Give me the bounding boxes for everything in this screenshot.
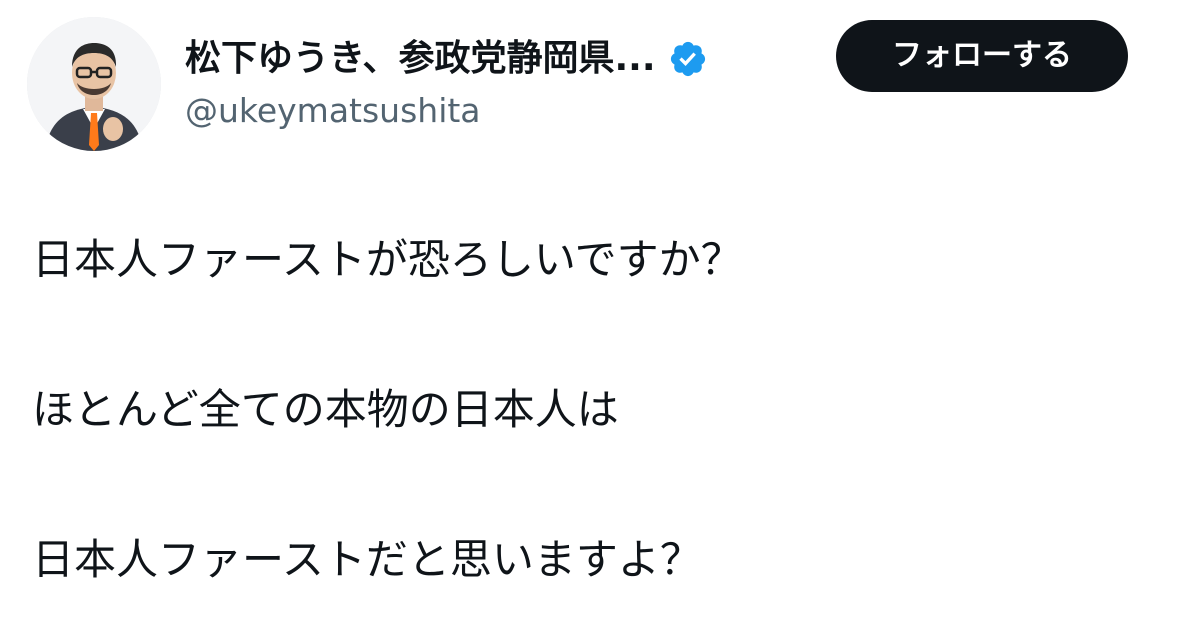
- tweet-header: 松下ゆうき、参政党静岡県... @ukeymatsushita フォローする: [0, 0, 1179, 170]
- follow-button[interactable]: フォローする: [836, 20, 1128, 92]
- display-name[interactable]: 松下ゆうき、参政党静岡県...: [185, 34, 656, 84]
- author-name-row: 松下ゆうき、参政党静岡県...: [185, 34, 708, 84]
- tweet-line-1: 日本人ファーストが恐ろしいですか？: [32, 235, 743, 284]
- tweet-line-2: ほとんど全ての本物の日本人は: [32, 385, 619, 434]
- tweet-line-3: 日本人ファーストだと思いますよ？: [32, 535, 702, 584]
- tweet-text: 日本人ファーストが恐ろしいですか？ ほとんど全ての本物の日本人は 日本人ファース…: [32, 215, 1142, 605]
- avatar[interactable]: [27, 17, 161, 151]
- author-handle[interactable]: @ukeymatsushita: [185, 88, 481, 134]
- verified-badge-icon: [668, 39, 708, 79]
- profile-photo-icon: [27, 17, 161, 151]
